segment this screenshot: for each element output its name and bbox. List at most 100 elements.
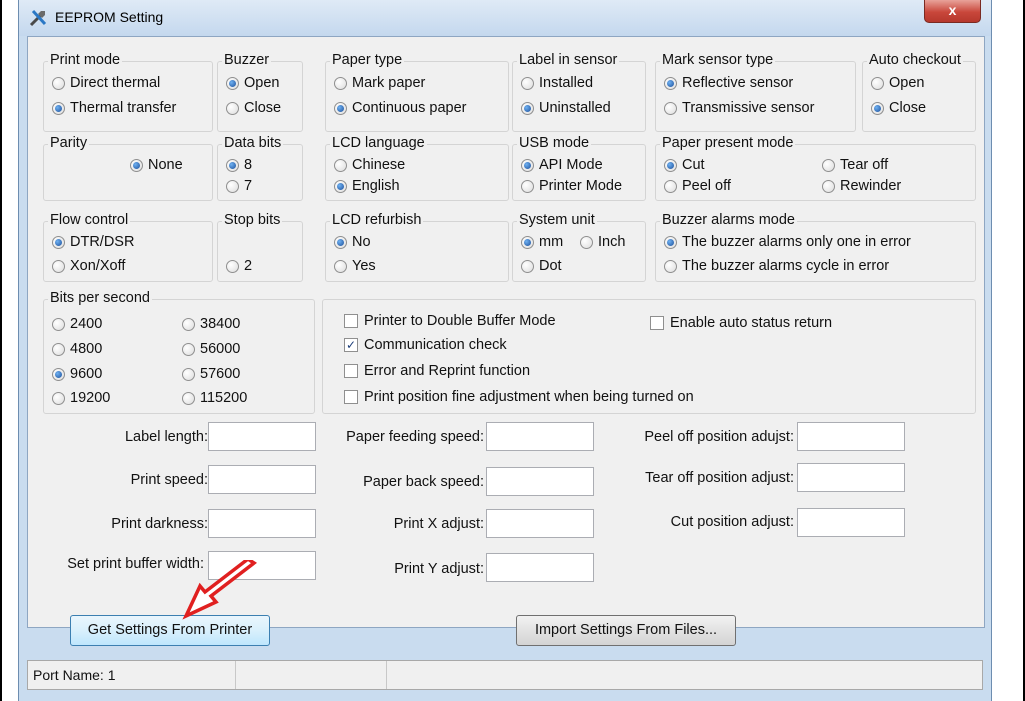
checkbox-double-buffer-mode[interactable]: Printer to Double Buffer Mode [344, 313, 556, 329]
radio-button[interactable] [521, 235, 534, 249]
radio-button[interactable] [664, 179, 677, 193]
radio-button[interactable] [182, 342, 195, 356]
print-speed-input[interactable] [208, 465, 316, 494]
paper-type-mark-paper[interactable]: Mark paper [334, 75, 425, 91]
radio-button[interactable] [52, 259, 65, 273]
label-in-sensor-uninstalled[interactable]: Uninstalled [521, 100, 611, 116]
data-bits-7[interactable]: 7 [226, 178, 252, 194]
flow-control-xon-xoff[interactable]: Xon/Xoff [52, 258, 125, 274]
buzzer-alarms-cycle[interactable]: The buzzer alarms cycle in error [664, 258, 889, 274]
radio-button[interactable] [182, 317, 195, 331]
bps-19200[interactable]: 19200 [52, 390, 110, 406]
flow-control-dtr-dsr[interactable]: DTR/DSR [52, 234, 134, 250]
bps-115200[interactable]: 115200 [182, 390, 247, 406]
close-button[interactable]: x [924, 0, 981, 23]
lcd-language-english[interactable]: English [334, 178, 400, 194]
radio-button[interactable] [334, 179, 347, 193]
usb-mode-printer[interactable]: Printer Mode [521, 178, 622, 194]
buzzer-alarms-only-one[interactable]: The buzzer alarms only one in error [664, 234, 911, 250]
radio-button[interactable] [130, 158, 143, 172]
parity-none[interactable]: None [130, 157, 183, 173]
usb-mode-api[interactable]: API Mode [521, 157, 603, 173]
radio-button[interactable] [664, 158, 677, 172]
paper-present-cut[interactable]: Cut [664, 157, 705, 173]
label-length-input[interactable] [208, 422, 316, 451]
radio-button[interactable] [521, 101, 534, 115]
print-mode-direct-thermal[interactable]: Direct thermal [52, 75, 160, 91]
checkbox[interactable]: ✓ [344, 338, 358, 352]
checkbox-print-position-fine-adjust[interactable]: Print position fine adjustment when bein… [344, 389, 694, 405]
radio-button[interactable] [52, 342, 65, 356]
radio-button[interactable] [52, 317, 65, 331]
stop-bits-2[interactable]: 2 [226, 258, 252, 274]
radio-button[interactable] [521, 179, 534, 193]
tear-off-position-input[interactable] [797, 463, 905, 492]
paper-feeding-speed-input[interactable] [486, 422, 594, 451]
bps-57600[interactable]: 57600 [182, 366, 240, 382]
print-x-adjust-input[interactable] [486, 509, 594, 538]
radio-button[interactable] [226, 179, 239, 193]
radio-button[interactable] [52, 391, 65, 405]
paper-present-peel-off[interactable]: Peel off [664, 178, 731, 194]
cut-position-input[interactable] [797, 508, 905, 537]
checkbox[interactable] [650, 316, 664, 330]
title-bar[interactable]: EEPROM Setting x [19, 0, 991, 36]
system-unit-inch[interactable]: Inch [580, 234, 625, 250]
checkbox-communication-check[interactable]: ✓ Communication check [344, 337, 507, 353]
auto-checkout-open[interactable]: Open [871, 75, 924, 91]
print-mode-thermal-transfer[interactable]: Thermal transfer [52, 100, 176, 116]
radio-button[interactable] [334, 76, 347, 90]
checkbox[interactable] [344, 314, 358, 328]
radio-button[interactable] [226, 158, 239, 172]
radio-button[interactable] [226, 76, 239, 90]
mark-sensor-transmissive[interactable]: Transmissive sensor [664, 100, 814, 116]
radio-button[interactable] [521, 76, 534, 90]
radio-button[interactable] [521, 158, 534, 172]
radio-button[interactable] [226, 259, 239, 273]
paper-back-speed-input[interactable] [486, 467, 594, 496]
system-unit-dot[interactable]: Dot [521, 258, 562, 274]
radio-button[interactable] [871, 76, 884, 90]
radio-button[interactable] [182, 391, 195, 405]
radio-button[interactable] [580, 235, 593, 249]
paper-present-rewinder[interactable]: Rewinder [822, 178, 901, 194]
label-in-sensor-installed[interactable]: Installed [521, 75, 593, 91]
radio-button[interactable] [226, 101, 239, 115]
import-settings-from-files-button[interactable]: Import Settings From Files... [516, 615, 736, 646]
lcd-refurbish-yes[interactable]: Yes [334, 258, 376, 274]
radio-button[interactable] [664, 101, 677, 115]
radio-button[interactable] [52, 367, 65, 381]
peel-off-position-input[interactable] [797, 422, 905, 451]
bps-4800[interactable]: 4800 [52, 341, 102, 357]
bps-2400[interactable]: 2400 [52, 316, 102, 332]
bps-9600[interactable]: 9600 [52, 366, 102, 382]
radio-button[interactable] [822, 179, 835, 193]
checkbox[interactable] [344, 364, 358, 378]
paper-type-continuous-paper[interactable]: Continuous paper [334, 100, 466, 116]
radio-button[interactable] [664, 235, 677, 249]
radio-button[interactable] [334, 235, 347, 249]
checkbox-error-reprint[interactable]: Error and Reprint function [344, 363, 530, 379]
lcd-language-chinese[interactable]: Chinese [334, 157, 405, 173]
mark-sensor-reflective[interactable]: Reflective sensor [664, 75, 793, 91]
bps-56000[interactable]: 56000 [182, 341, 240, 357]
auto-checkout-close[interactable]: Close [871, 100, 926, 116]
radio-button[interactable] [52, 76, 65, 90]
radio-button[interactable] [822, 158, 835, 172]
lcd-refurbish-no[interactable]: No [334, 234, 371, 250]
checkbox[interactable] [344, 390, 358, 404]
radio-button[interactable] [334, 259, 347, 273]
radio-button[interactable] [521, 259, 534, 273]
buzzer-close[interactable]: Close [226, 100, 281, 116]
checkbox-auto-status-return[interactable]: Enable auto status return [650, 315, 832, 331]
buzzer-open[interactable]: Open [226, 75, 279, 91]
system-unit-mm[interactable]: mm [521, 234, 563, 250]
radio-button[interactable] [52, 101, 65, 115]
data-bits-8[interactable]: 8 [226, 157, 252, 173]
radio-button[interactable] [334, 101, 347, 115]
paper-present-tear-off[interactable]: Tear off [822, 157, 888, 173]
radio-button[interactable] [334, 158, 347, 172]
print-y-adjust-input[interactable] [486, 553, 594, 582]
radio-button[interactable] [182, 367, 195, 381]
radio-button[interactable] [664, 76, 677, 90]
